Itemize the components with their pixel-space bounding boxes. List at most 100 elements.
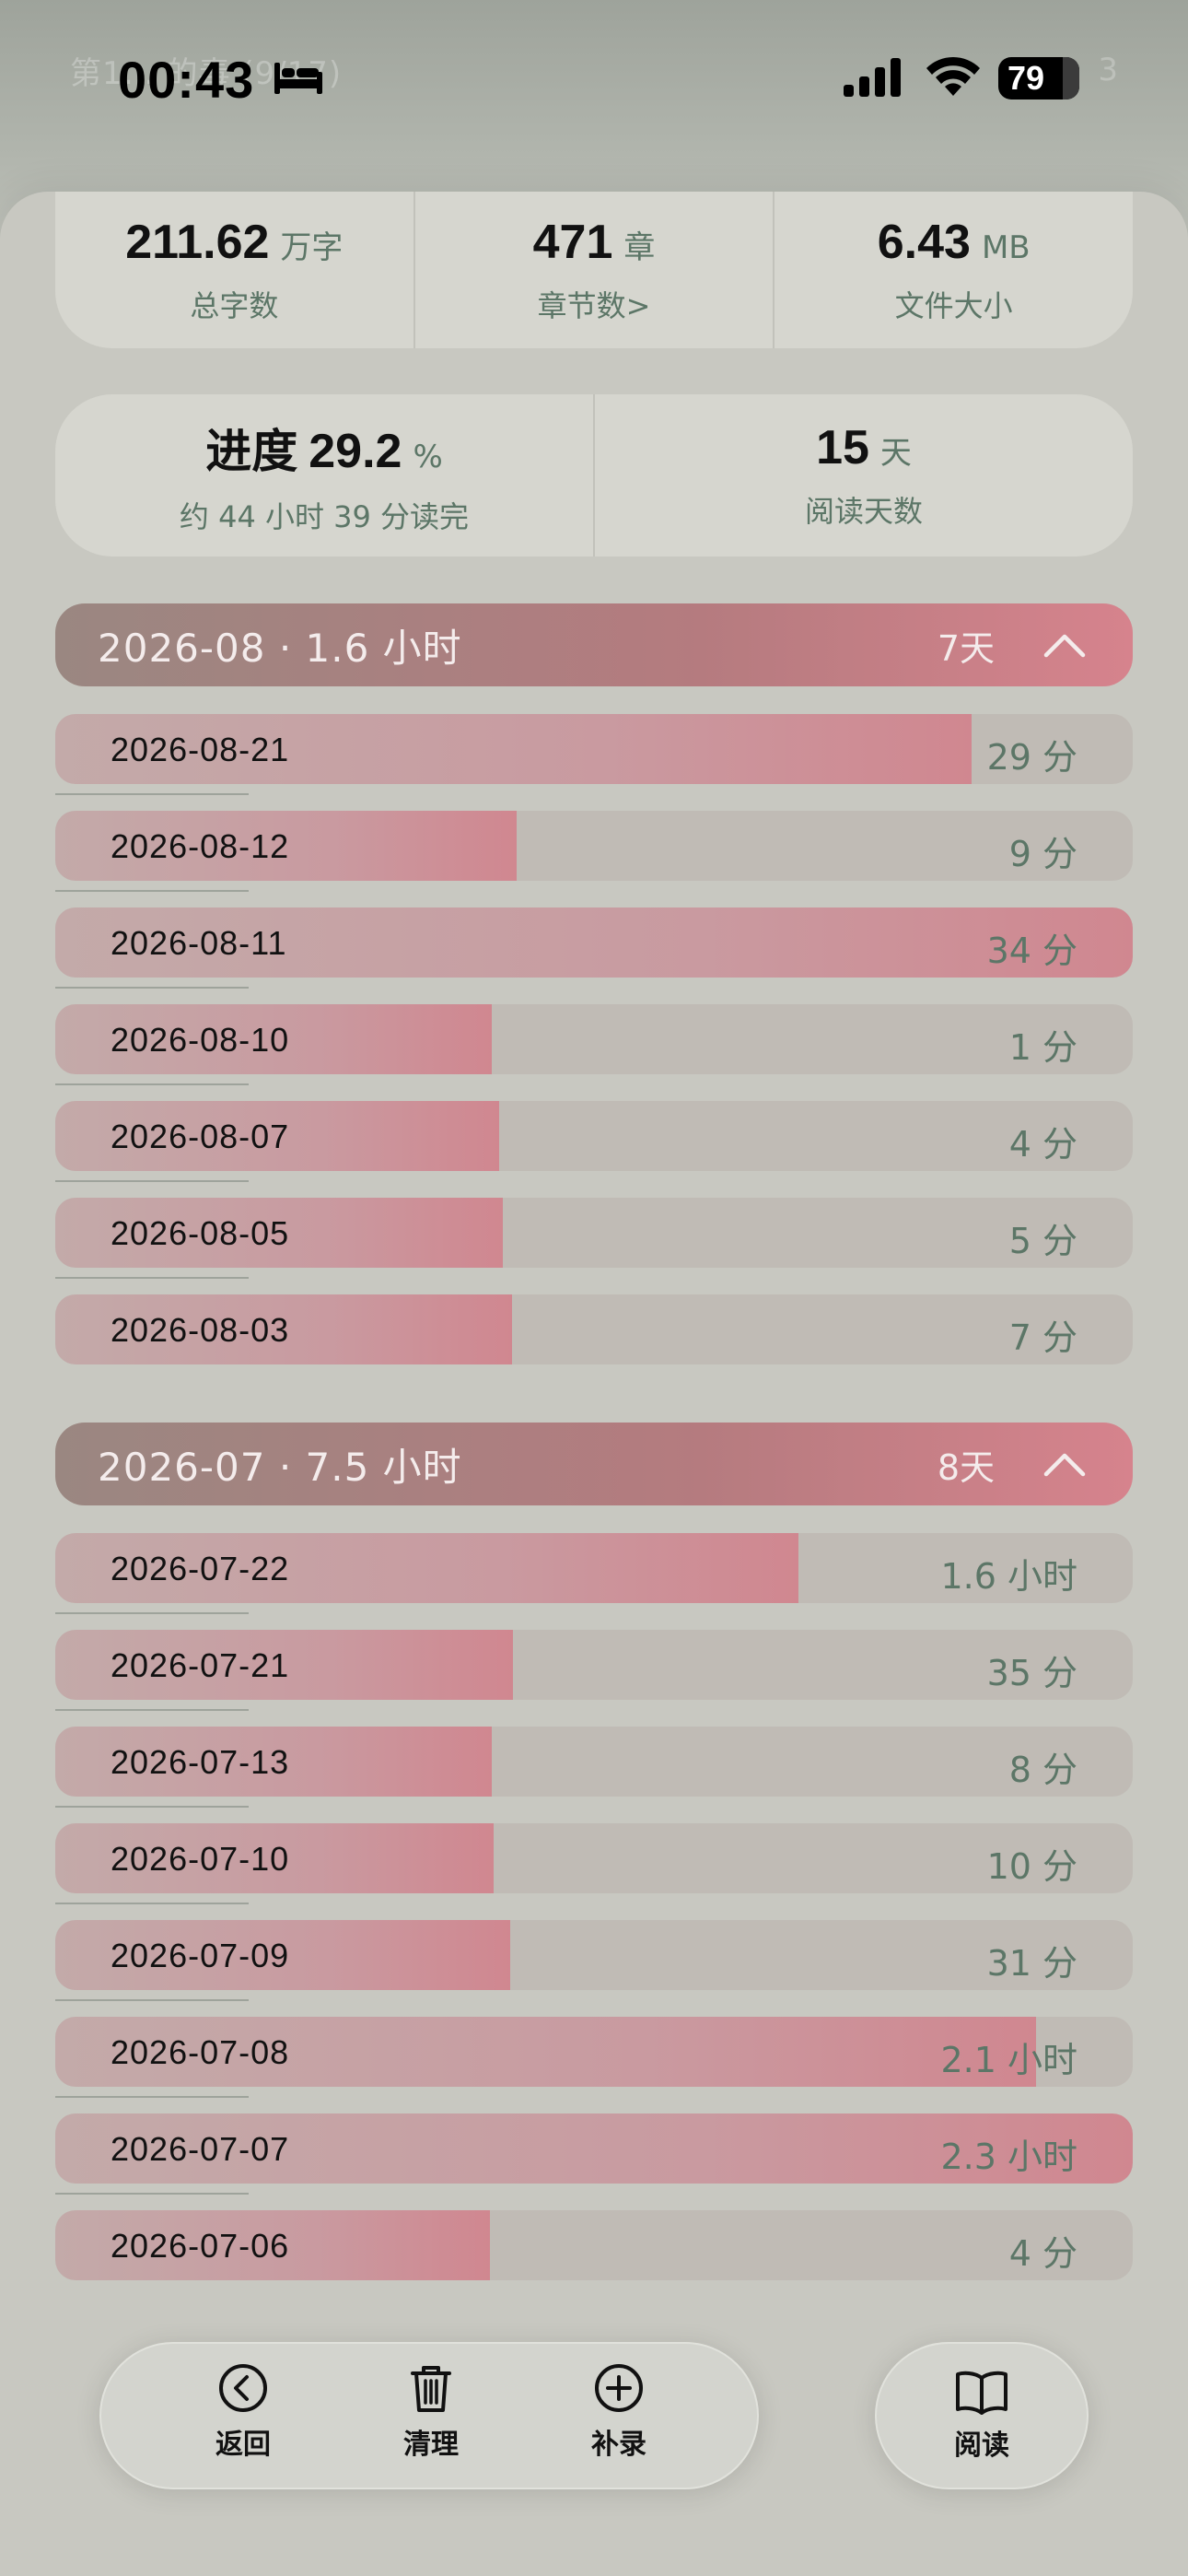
month-days-count: 8天 [937,1446,995,1488]
row-separator [55,1277,249,1279]
row-separator [55,1903,249,1904]
row-separator [55,1806,249,1808]
clear-button[interactable]: 清理 [367,2362,495,2473]
file-size-label: 文件大小 [894,288,1013,323]
row-date: 2026-07-07 [111,2130,290,2168]
progress-value: 29.2 [309,425,402,478]
row-duration: 1 分 [1008,1027,1077,1068]
row-separator [55,1083,249,1085]
chapters-value: 471 [532,216,613,269]
file-size-value: 6.43 [877,216,971,269]
row-duration: 4 分 [1008,1124,1077,1165]
reading-day-row[interactable]: 2026-07-10 10 分 [55,1823,1133,1893]
file-size-stat: 6.43 MB 文件大小 [775,192,1133,348]
chapters-unit: 章 [623,229,656,266]
reading-day-row[interactable]: 2026-07-06 4 分 [55,2210,1133,2280]
reading-days-stat: 15 天 阅读天数 [595,394,1133,556]
row-separator [55,890,249,892]
reading-day-row[interactable]: 2026-07-08 2.1 小时 [55,2017,1133,2087]
chapters-label[interactable]: 章节数> [538,283,651,325]
chevron-up-icon[interactable] [1042,1443,1087,1485]
add-record-label: 补录 [591,2429,646,2461]
reading-day-row[interactable]: 2026-08-03 7 分 [55,1294,1133,1364]
row-duration: 31 分 [986,1943,1077,1984]
row-separator [55,1612,249,1614]
row-separator [55,987,249,989]
row-duration: 7 分 [1008,1317,1077,1358]
book-stats-card: 211.62 万字 总字数 471 章 章节数> 6.43 MB 文件大小 [55,192,1133,348]
trash-icon [411,2366,451,2412]
reading-day-row[interactable]: 2026-07-21 35 分 [55,1630,1133,1700]
reading-day-row[interactable]: 2026-07-09 31 分 [55,1920,1133,1990]
month-header[interactable]: 2026-08 · 1.6 小时 7天 [55,603,1133,686]
clear-label: 清理 [403,2429,459,2461]
row-duration: 34 分 [986,931,1077,971]
row-date: 2026-08-05 [111,1214,290,1252]
battery-level: 79 [1007,59,1045,97]
wifi-icon [926,56,980,96]
row-date: 2026-07-22 [111,1550,290,1587]
status-bar: 第1… 的毒 (9/17) 3 00:43 79 [0,0,1188,157]
reading-day-row[interactable]: 2026-08-07 4 分 [55,1101,1133,1171]
row-duration: 9 分 [1008,834,1077,874]
row-date: 2026-08-03 [111,1311,290,1349]
bottom-toolbar: 返回 清理 补录 [99,2342,759,2489]
file-size-unit: MB [981,229,1031,266]
reading-day-row[interactable]: 2026-07-13 8 分 [55,1727,1133,1797]
reading-day-row[interactable]: 2026-08-12 9 分 [55,811,1133,881]
back-button[interactable]: 返回 [179,2362,308,2473]
reading-stats-sheet: 211.62 万字 总字数 471 章 章节数> 6.43 MB 文件大小 进度… [0,192,1188,2576]
reading-day-row[interactable]: 2026-07-22 1.6 小时 [55,1533,1133,1603]
row-duration: 10 分 [986,1846,1077,1887]
chevron-up-icon[interactable] [1042,624,1087,666]
row-duration: 2.1 小时 [940,2040,1077,2080]
plus-circle-icon [595,2364,643,2412]
reading-days-unit: 天 [879,435,912,472]
open-book-icon [956,2371,1007,2415]
progress-unit: % [413,439,443,475]
row-date: 2026-07-13 [111,1743,290,1781]
back-chevron-circle-icon [219,2364,267,2412]
month-title: 2026-08 · 1.6 小时 [98,625,462,671]
row-separator [55,793,249,795]
row-duration: 8 分 [1008,1750,1077,1790]
progress-card: 进度 29.2 % 约 44 小时 39 分读完 15 天 阅读天数 [55,394,1133,556]
reading-days-label: 阅读天数 [804,494,923,529]
chapters-stat[interactable]: 471 章 章节数> [415,192,775,348]
row-duration: 35 分 [986,1653,1077,1693]
row-separator [55,1999,249,2001]
row-separator [55,1180,249,1182]
row-duration: 1.6 小时 [940,1556,1077,1597]
reading-day-row[interactable]: 2026-07-07 2.3 小时 [55,2113,1133,2184]
row-date: 2026-07-21 [111,1646,290,1684]
background-page-number: 3 [1098,52,1118,88]
battery-indicator: 79 [998,57,1079,100]
reading-day-row[interactable]: 2026-08-05 5 分 [55,1198,1133,1268]
row-date: 2026-07-06 [111,2227,290,2265]
row-separator [55,1709,249,1711]
row-duration: 2.3 小时 [940,2137,1077,2177]
remaining-time-label: 约 44 小时 39 分读完 [179,499,470,534]
row-date: 2026-07-10 [111,1840,290,1878]
status-time: 00:43 [118,51,255,109]
reading-days-value: 15 [816,421,869,474]
row-date: 2026-08-21 [111,731,290,768]
progress-stat: 进度 29.2 % 约 44 小时 39 分读完 [55,394,595,556]
row-duration: 4 分 [1008,2233,1077,2274]
read-button[interactable]: 阅读 [875,2342,1089,2489]
reading-day-row[interactable]: 2026-08-11 34 分 [55,907,1133,978]
reading-day-row[interactable]: 2026-08-21 29 分 [55,714,1133,784]
total-words-unit: 万字 [280,229,344,266]
month-header[interactable]: 2026-07 · 7.5 小时 8天 [55,1423,1133,1505]
reading-day-row[interactable]: 2026-08-10 1 分 [55,1004,1133,1074]
add-record-button[interactable]: 补录 [554,2362,683,2473]
row-duration: 5 分 [1008,1221,1077,1261]
progress-prefix: 进度 [205,425,298,478]
month-days-count: 7天 [937,627,995,669]
row-date: 2026-08-11 [111,924,287,962]
row-date: 2026-07-09 [111,1937,290,1974]
row-duration: 29 分 [986,737,1077,778]
month-title: 2026-07 · 7.5 小时 [98,1444,462,1490]
row-date: 2026-08-10 [111,1021,290,1059]
row-date: 2026-08-12 [111,827,290,865]
